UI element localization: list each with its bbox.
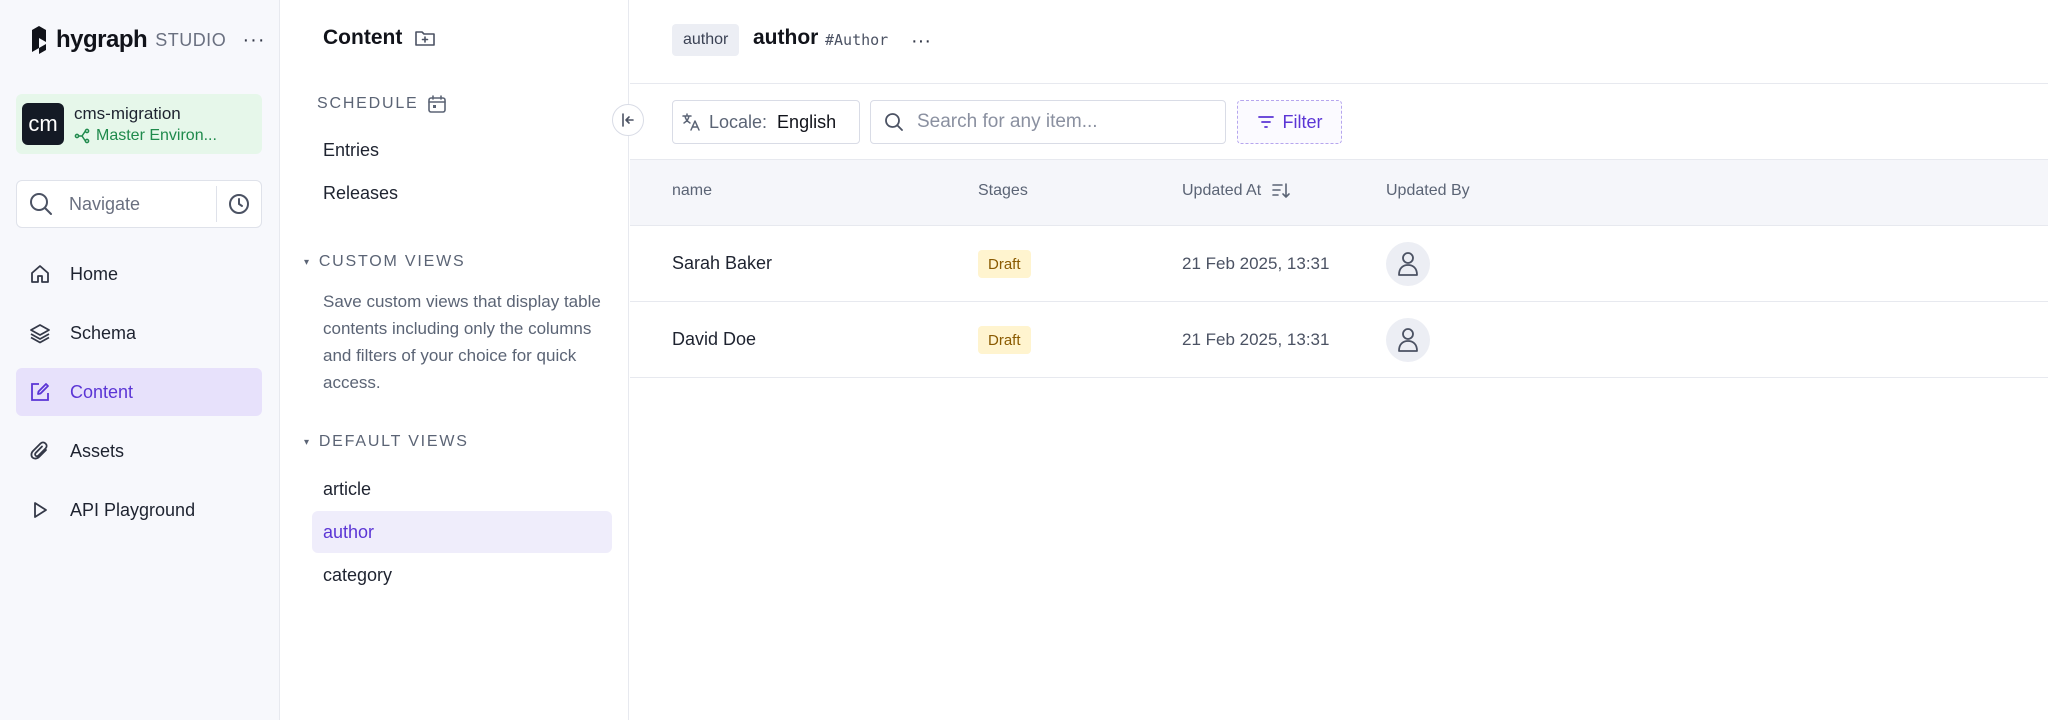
nav-item-assets[interactable]: Assets [16, 427, 262, 475]
sort-descending-icon [1272, 183, 1290, 198]
project-name: cms-migration [74, 103, 181, 123]
home-icon [28, 262, 52, 286]
search-icon [27, 190, 55, 218]
model-title: author [753, 26, 819, 49]
hygraph-logo-icon [32, 26, 46, 54]
custom-views-description: Save custom views that display table con… [323, 292, 601, 392]
status-badge: Draft [978, 326, 1031, 354]
cell-updated-at: 21 Feb 2025, 13:31 [1182, 254, 1330, 273]
environment-label: Master Environ... [74, 127, 217, 145]
chevron-down-icon: ▾ [304, 436, 311, 448]
main-nav: Home Schema Content Assets API Playgroun… [16, 250, 262, 545]
navigate-input[interactable]: Navigate [16, 180, 262, 228]
custom-views-section-label[interactable]: ▾ CUSTOM VIEWS [304, 253, 465, 271]
panel-title: Content [323, 26, 403, 49]
user-avatar[interactable] [1386, 242, 1430, 286]
default-views-label: DEFAULT VIEWS [318, 433, 469, 450]
locale-label: Locale: [709, 111, 768, 132]
view-item-article[interactable]: article [312, 468, 612, 510]
brand-logo[interactable]: hygraph STUDIO [28, 24, 226, 56]
play-icon [28, 498, 52, 522]
cell-name: Sarah Baker [672, 253, 773, 273]
column-label: Updated At [1182, 182, 1262, 199]
view-item-category[interactable]: category [312, 554, 612, 596]
collapse-left-icon [622, 113, 634, 127]
view-item-author[interactable]: author [312, 511, 612, 553]
model-header: author author #Author ··· [630, 0, 2048, 84]
column-label: Stages [978, 182, 1028, 199]
cell-updated-at: 21 Feb 2025, 13:31 [1182, 330, 1330, 349]
nav-label-api-playground: API Playground [70, 499, 196, 520]
navigate-label: Navigate [69, 193, 141, 214]
user-icon [1398, 328, 1418, 352]
main-content: author author #Author ··· Locale: Englis… [630, 0, 2048, 720]
schedule-entries-link[interactable]: Entries [323, 140, 379, 161]
cell-name: David Doe [672, 329, 757, 349]
collapse-panel-button[interactable] [612, 104, 644, 136]
schedule-section-label: SCHEDULE [317, 94, 447, 114]
table-header: name Stages Updated At Updated By [630, 160, 2048, 226]
column-header-name[interactable]: name [672, 182, 712, 200]
translate-icon [682, 113, 700, 131]
schedule-label: SCHEDULE [317, 95, 419, 112]
calendar-icon[interactable] [427, 94, 447, 114]
environment-name: Master Environ... [96, 126, 217, 144]
schedule-releases-link[interactable]: Releases [323, 183, 398, 204]
nav-item-api-playground[interactable]: API Playground [16, 486, 262, 534]
locale-value: English [777, 111, 837, 132]
column-header-updated-at[interactable]: Updated At [1182, 182, 1291, 200]
column-header-stages[interactable]: Stages [978, 182, 1028, 200]
custom-views-label: CUSTOM VIEWS [318, 253, 466, 270]
content-panel: Content SCHEDULE Entries Releases ▾ CUST… [280, 0, 629, 720]
history-icon[interactable] [217, 181, 261, 227]
default-views-section-label[interactable]: ▾ DEFAULT VIEWS [304, 433, 469, 451]
project-switcher[interactable]: cm cms-migration Master Environ... [16, 94, 262, 154]
search-icon [885, 113, 903, 131]
filter-label: Filter [1282, 111, 1323, 132]
model-chip[interactable]: author [672, 24, 740, 56]
nav-item-content[interactable]: Content [16, 368, 262, 416]
nav-label-schema: Schema [70, 322, 137, 343]
table-row[interactable]: David Doe Draft 21 Feb 2025, 13:31 [630, 302, 2048, 378]
search-input[interactable] [917, 111, 1217, 133]
more-options-icon[interactable]: ··· [906, 26, 936, 56]
column-label: Updated By [1386, 182, 1470, 199]
column-header-updated-by[interactable]: Updated By [1386, 182, 1470, 200]
nav-label-content: Content [70, 381, 134, 402]
table-row[interactable]: Sarah Baker Draft 21 Feb 2025, 13:31 [630, 226, 2048, 302]
branch-icon [74, 128, 90, 143]
model-api-id: #Author [825, 31, 889, 49]
user-avatar[interactable] [1386, 318, 1430, 362]
column-label: name [672, 182, 713, 199]
nav-item-schema[interactable]: Schema [16, 309, 262, 357]
add-folder-icon[interactable] [414, 27, 436, 49]
status-badge: Draft [978, 250, 1031, 278]
filter-icon [1257, 116, 1274, 128]
brand-name: hygraph [56, 26, 148, 53]
nav-label-home: Home [70, 263, 119, 284]
search-box [870, 100, 1226, 144]
toolbar: Locale: English Filter [630, 84, 2048, 160]
locale-selector[interactable]: Locale: English [672, 100, 860, 144]
brand-suffix: STUDIO [155, 29, 227, 50]
more-options-icon[interactable]: ··· [240, 26, 268, 54]
layers-icon [28, 321, 52, 345]
edit-icon [28, 380, 52, 404]
sidebar: hygraph STUDIO ··· cm cms-migration Mast… [0, 0, 280, 720]
content-panel-header: Content [323, 26, 436, 50]
user-icon [1398, 252, 1418, 276]
nav-item-home[interactable]: Home [16, 250, 262, 298]
paperclip-icon [28, 439, 52, 463]
filter-button[interactable]: Filter [1237, 100, 1342, 144]
project-avatar: cm [22, 103, 64, 145]
chevron-down-icon: ▾ [304, 256, 311, 268]
nav-label-assets: Assets [70, 440, 125, 461]
